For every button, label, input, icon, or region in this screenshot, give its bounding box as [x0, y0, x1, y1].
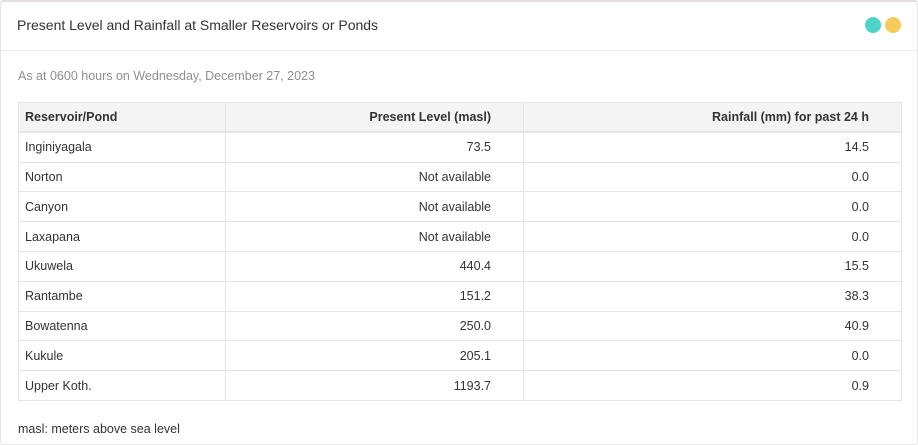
cell-reservoir: Inginiyagala — [18, 131, 226, 163]
cell-reservoir: Laxapana — [18, 221, 226, 252]
table-row: Ukuwela 440.4 15.5 — [18, 250, 902, 282]
table-row: Upper Koth. 1193.7 0.9 — [18, 370, 902, 401]
cell-reservoir: Canyon — [18, 191, 226, 223]
panel-header: Present Level and Rainfall at Smaller Re… — [1, 2, 917, 51]
as-at-timestamp: As at 0600 hours on Wednesday, December … — [18, 69, 315, 83]
cell-rainfall: 0.0 — [523, 340, 902, 372]
cell-rainfall: 15.5 — [523, 250, 902, 282]
cell-present-level: 1193.7 — [225, 370, 524, 401]
table-row: Kukule 205.1 0.0 — [18, 340, 902, 372]
table-header-row: Reservoir/Pond Present Level (masl) Rain… — [18, 102, 902, 134]
cell-present-level: 250.0 — [225, 310, 524, 342]
column-header-reservoir: Reservoir/Pond — [18, 102, 226, 134]
yellow-dot-icon[interactable] — [885, 17, 901, 33]
table-row: Laxapana Not available 0.0 — [18, 221, 902, 252]
column-header-present-level: Present Level (masl) — [225, 102, 524, 134]
column-header-rainfall: Rainfall (mm) for past 24 h — [523, 102, 902, 134]
cell-reservoir: Kukule — [18, 340, 226, 372]
cell-rainfall: 0.0 — [523, 221, 902, 252]
window-controls — [865, 17, 901, 33]
cell-present-level: Not available — [225, 191, 524, 223]
cell-reservoir: Ukuwela — [18, 250, 226, 282]
cell-reservoir: Bowatenna — [18, 310, 226, 342]
panel-title: Present Level and Rainfall at Smaller Re… — [17, 17, 379, 33]
table-row: Canyon Not available 0.0 — [18, 191, 902, 223]
table-row: Rantambe 151.2 38.3 — [18, 280, 902, 312]
cell-present-level: 440.4 — [225, 250, 524, 282]
footnote: masl: meters above sea level — [18, 422, 180, 436]
cell-rainfall: 38.3 — [523, 280, 902, 312]
table-row: Inginiyagala 73.5 14.5 — [18, 131, 902, 163]
table-row: Bowatenna 250.0 40.9 — [18, 310, 902, 342]
cell-rainfall: 40.9 — [523, 310, 902, 342]
table-row: Norton Not available 0.0 — [18, 161, 902, 193]
cell-present-level: 205.1 — [225, 340, 524, 372]
cell-present-level: Not available — [225, 221, 524, 252]
reservoir-table: Reservoir/Pond Present Level (masl) Rain… — [18, 102, 902, 401]
reservoir-panel: Present Level and Rainfall at Smaller Re… — [0, 0, 918, 445]
cell-rainfall: 0.0 — [523, 191, 902, 223]
cell-present-level: Not available — [225, 161, 524, 193]
cell-rainfall: 0.0 — [523, 161, 902, 193]
cell-reservoir: Upper Koth. — [18, 370, 226, 401]
cell-present-level: 151.2 — [225, 280, 524, 312]
cell-rainfall: 0.9 — [523, 370, 902, 401]
cell-present-level: 73.5 — [225, 131, 524, 163]
cell-reservoir: Norton — [18, 161, 226, 193]
cell-rainfall: 14.5 — [523, 131, 902, 163]
teal-dot-icon[interactable] — [865, 17, 881, 33]
cell-reservoir: Rantambe — [18, 280, 226, 312]
